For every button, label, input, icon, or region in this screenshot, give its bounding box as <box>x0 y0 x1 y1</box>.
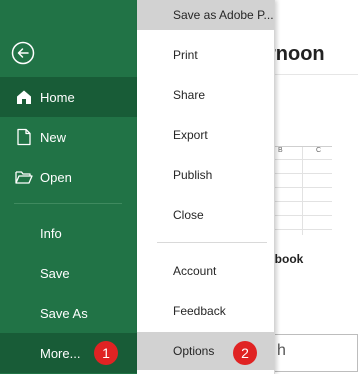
menu-item-export[interactable]: Export <box>137 117 274 153</box>
new-document-icon <box>14 127 34 147</box>
menu-item-share[interactable]: Share <box>137 77 274 113</box>
sidebar-item-label: More... <box>40 345 81 361</box>
menu-item-save-as-adobe-pdf[interactable]: Save as Adobe P... <box>137 0 274 30</box>
menu-item-close[interactable]: Close <box>137 197 274 233</box>
grid-line <box>274 229 332 230</box>
menu-item-label: Publish <box>173 168 213 182</box>
sidebar-item-new[interactable]: New <box>0 117 137 157</box>
menu-item-feedback[interactable]: Feedback <box>137 293 274 329</box>
sidebar-item-label: New <box>40 129 67 145</box>
menu-item-account[interactable]: Account <box>137 253 274 289</box>
background-greeting: rnoon <box>268 43 325 65</box>
menu-item-label: Export <box>173 128 208 142</box>
menu-item-label: Save as Adobe P... <box>173 8 274 22</box>
sidebar-item-open[interactable]: Open <box>0 157 137 197</box>
sidebar-divider <box>14 203 122 204</box>
background-divider <box>262 74 358 75</box>
grid-line <box>274 187 332 188</box>
sidebar-item-save-as[interactable]: Save As <box>0 293 137 333</box>
home-icon <box>14 87 34 107</box>
grid-line <box>274 215 332 216</box>
grid-line <box>302 147 303 235</box>
menu-item-label: Feedback <box>173 304 226 318</box>
grid-line <box>274 201 332 202</box>
sidebar-item-label: Info <box>40 225 62 241</box>
search-box[interactable]: h <box>262 334 358 372</box>
sidebar-item-save[interactable]: Save <box>0 253 137 293</box>
menu-item-label: Options <box>173 344 215 358</box>
column-header-b: B <box>278 147 283 154</box>
workbook-thumbnail[interactable]: B C <box>274 146 332 235</box>
more-menu: Save as Adobe P... Print Share Export Pu… <box>137 0 275 374</box>
menu-item-publish[interactable]: Publish <box>137 157 274 193</box>
column-header-c: C <box>316 147 322 154</box>
menu-item-label: Print <box>173 48 198 62</box>
grid-line <box>274 173 332 174</box>
step-badge-1: 1 <box>94 341 118 365</box>
sidebar-item-label: Open <box>40 169 72 185</box>
menu-item-label: Close <box>173 208 204 222</box>
menu-divider <box>157 242 267 243</box>
menu-item-print[interactable]: Print <box>137 37 274 73</box>
backstage-sidebar: Home New Open Info Save Save As More... … <box>0 0 137 374</box>
step-badge-2: 2 <box>233 341 257 365</box>
search-text: h <box>277 342 286 359</box>
menu-item-label: Account <box>173 264 217 278</box>
sidebar-item-label: Save As <box>40 305 88 321</box>
sidebar-item-info[interactable]: Info <box>0 213 137 253</box>
grid-line <box>274 159 332 160</box>
sidebar-item-label: Save <box>40 265 70 281</box>
back-arrow-icon[interactable] <box>11 41 35 65</box>
menu-item-label: Share <box>173 88 206 102</box>
open-folder-icon <box>14 167 34 187</box>
sidebar-item-home[interactable]: Home <box>0 77 137 117</box>
sidebar-item-label: Home <box>40 89 75 105</box>
